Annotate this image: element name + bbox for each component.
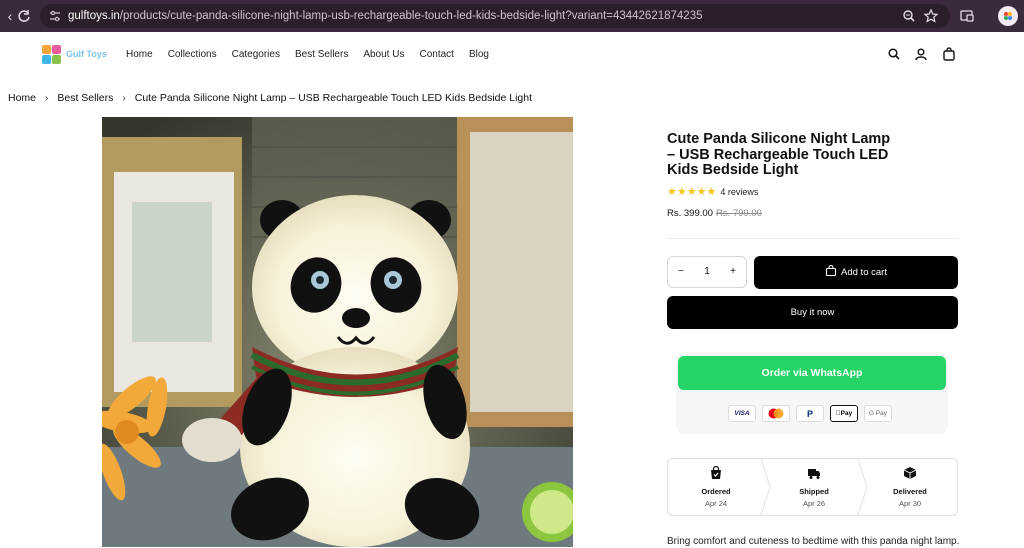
address-bar[interactable]: gulftoys.in/products/cute-panda-silicone… [40, 4, 950, 28]
delivery-step-ordered: Ordered Apr 24 [668, 459, 764, 515]
order-via-whatsapp-button[interactable]: Order via WhatsApp [678, 356, 946, 390]
delivery-date: Apr 24 [704, 499, 728, 508]
profile-avatar[interactable] [998, 6, 1018, 26]
buy-now-button[interactable]: Buy it now [667, 296, 958, 329]
delivery-step-delivered: Delivered Apr 30 [862, 459, 958, 515]
nav-best-sellers[interactable]: Best Sellers [295, 49, 348, 61]
browser-toolbar: ‹ gulftoys.in/products/cute-panda-silico… [0, 0, 1024, 32]
breadcrumb: Home › Best Sellers › Cute Panda Silicone Ni… [8, 91, 532, 106]
product-title: Cute Panda Silicone Night Lamp – USB Rec… [667, 131, 891, 178]
url-path: /products/cute-panda-silicone-night-lamp… [119, 10, 703, 22]
add-to-cart-button[interactable]: Add to cart [754, 256, 958, 289]
mastercard-icon [762, 405, 790, 422]
sale-price: Rs. 399.00 [667, 208, 713, 219]
zoom-icon[interactable] [900, 7, 918, 25]
star-icon: ★ [696, 186, 707, 198]
main-nav: Home Collections Categories Best Sellers… [126, 49, 504, 61]
url-text: gulftoys.in/products/cute-panda-silicone… [68, 8, 703, 24]
cart-icon[interactable] [941, 46, 957, 62]
shopping-bag-icon [709, 465, 723, 480]
qty-decrease-button[interactable]: − [678, 266, 684, 278]
apple-pay-icon: Pay [830, 405, 858, 422]
chevron-right-icon: › [45, 93, 49, 104]
qty-value[interactable]: 1 [704, 266, 710, 278]
breadcrumb-home[interactable]: Home [8, 92, 36, 104]
breadcrumb-current: Cute Panda Silicone Night Lamp – USB Rec… [134, 92, 533, 104]
star-icon: ★ [686, 186, 697, 198]
add-to-cart-label: Add to cart [841, 267, 887, 278]
delivery-label: Delivered [893, 487, 927, 496]
bookmark-star-icon[interactable] [922, 7, 940, 25]
visa-icon: VISA [728, 405, 756, 422]
nav-about-us[interactable]: About Us [363, 49, 404, 61]
star-icon: ★ [667, 186, 677, 198]
payment-icons: VISA P Pay G Pay [728, 405, 892, 422]
logo-text: Gulf Toys [66, 49, 107, 59]
star-icon: ★ [706, 186, 717, 198]
nav-blog[interactable]: Blog [469, 49, 489, 61]
delivery-date: Apr 26 [802, 499, 826, 508]
compare-price: Rs. 799.00 [715, 208, 762, 219]
account-icon[interactable] [913, 46, 929, 62]
google-pay-icon: G Pay [864, 405, 892, 422]
extension-icon[interactable] [958, 7, 976, 25]
site-logo[interactable]: Gulf Toys [42, 44, 112, 66]
quantity-stepper: − 1 + [667, 256, 747, 288]
delivery-step-shipped: Shipped Apr 26 [766, 459, 862, 515]
logo-blocks-icon [42, 45, 62, 65]
search-icon[interactable] [886, 46, 902, 62]
delivery-label: Shipped [799, 487, 829, 496]
nav-contact[interactable]: Contact [419, 49, 453, 61]
site-settings-icon[interactable] [48, 9, 62, 23]
nav-categories[interactable]: Categories [232, 49, 280, 61]
reload-icon[interactable] [14, 6, 34, 26]
nav-collections[interactable]: Collections [168, 49, 217, 61]
rating[interactable]: ★ ★ ★ ★ ★ 4 reviews [667, 186, 758, 198]
cart-plus-icon [825, 264, 837, 280]
price: Rs. 399.00 Rs. 799.00 [667, 208, 762, 219]
package-icon [903, 466, 917, 480]
reviews-count[interactable]: 4 reviews [720, 187, 758, 197]
chevron-right-icon: › [122, 93, 126, 104]
url-host: gulftoys.in [68, 10, 120, 22]
delivery-timeline: Ordered Apr 24 Shipped Apr 26 Delivered … [667, 458, 958, 516]
divider [667, 238, 958, 239]
delivery-label: Ordered [701, 487, 731, 496]
delivery-date: Apr 30 [898, 499, 922, 508]
qty-increase-button[interactable]: + [730, 266, 736, 278]
paypal-icon: P [796, 405, 824, 422]
product-description: Bring comfort and cuteness to bedtime wi… [667, 536, 960, 547]
star-icon: ★ [676, 186, 687, 198]
truck-icon [807, 466, 821, 480]
product-image[interactable] [102, 117, 573, 547]
nav-home[interactable]: Home [126, 49, 153, 61]
breadcrumb-best-sellers[interactable]: Best Sellers [57, 92, 113, 104]
